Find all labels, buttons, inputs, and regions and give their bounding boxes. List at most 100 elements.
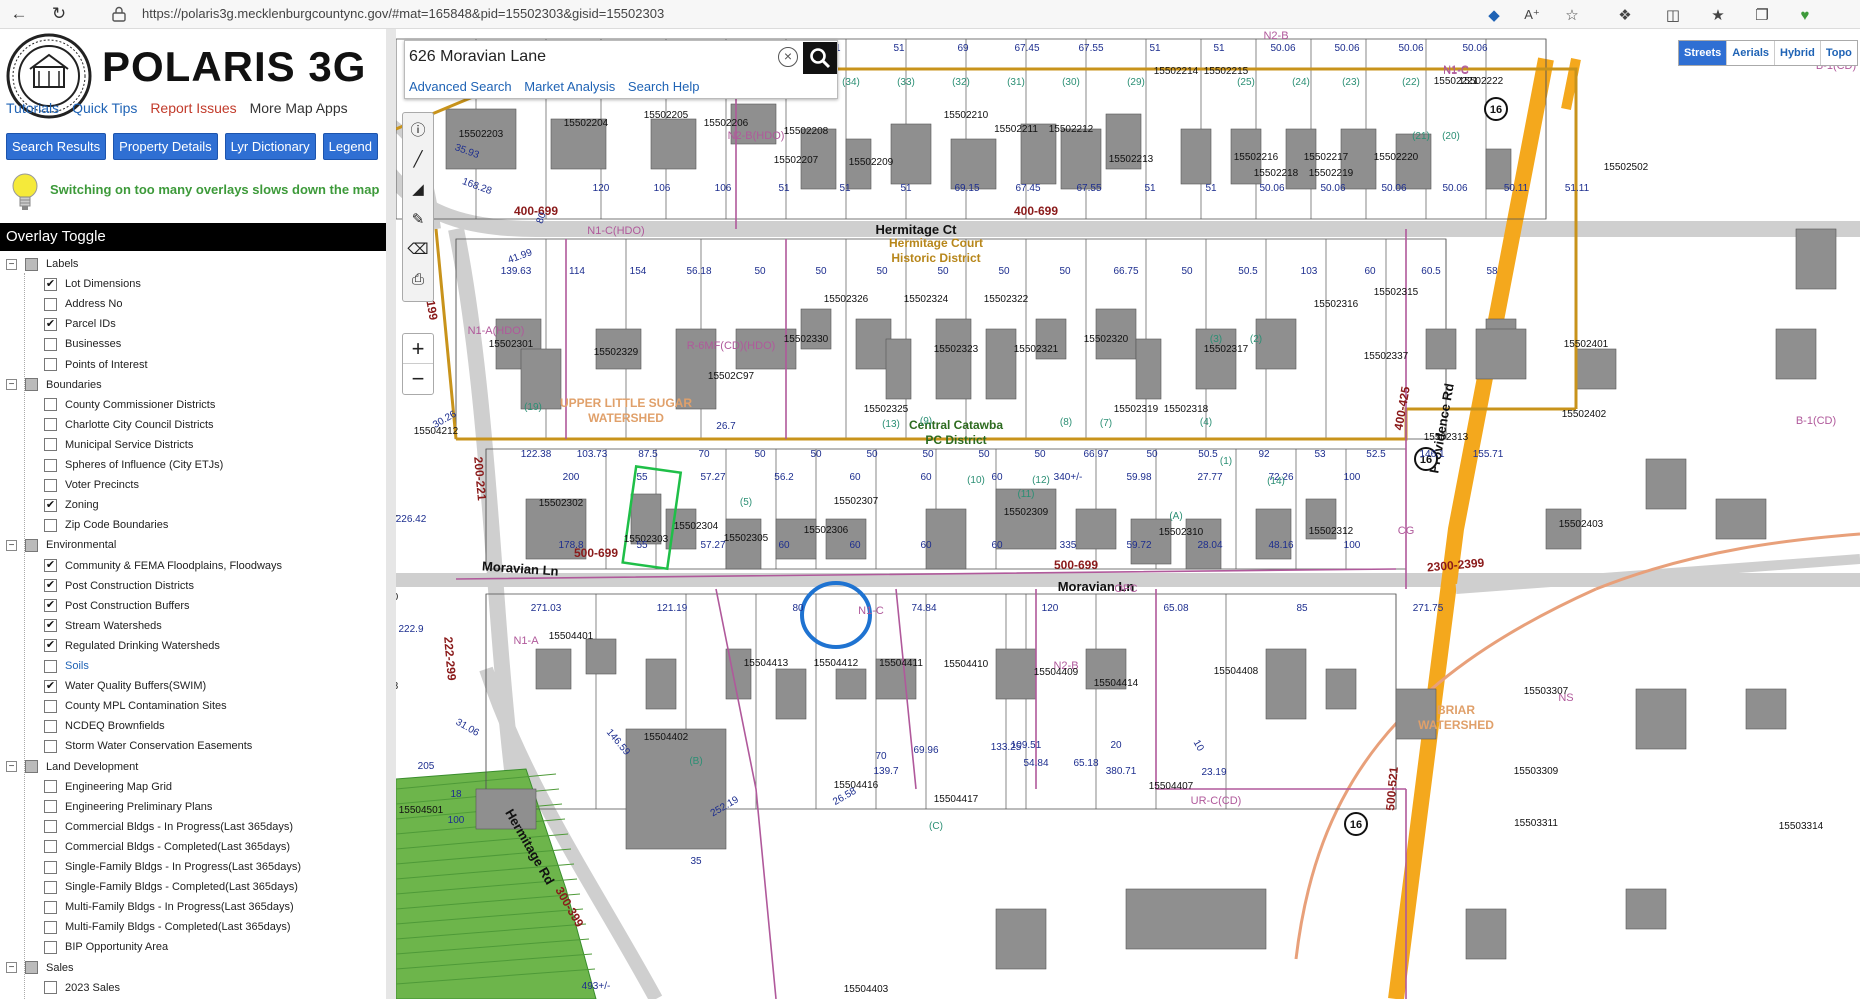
- overlay-checkbox[interactable]: [44, 920, 57, 934]
- overlay-item[interactable]: ✔ Parcel IDs: [44, 315, 116, 333]
- overlay-checkbox[interactable]: [44, 860, 57, 874]
- overlay-item[interactable]: Storm Water Conservation Easements: [44, 737, 252, 755]
- overlay-checkbox[interactable]: [44, 398, 57, 412]
- collapse-toggle-icon[interactable]: −: [6, 379, 17, 391]
- property-details-button[interactable]: Property Details: [113, 133, 218, 160]
- overlay-item[interactable]: ✔ Zoning: [44, 496, 99, 514]
- info-icon[interactable]: ⓘ: [404, 115, 432, 143]
- overlay-item[interactable]: BIP Opportunity Area: [44, 938, 168, 956]
- advanced-search-link[interactable]: Advanced Search: [409, 79, 512, 94]
- quick-tips-link[interactable]: Quick Tips: [72, 100, 137, 116]
- overlay-checkbox[interactable]: ✔: [44, 559, 57, 572]
- lock-icon[interactable]: [112, 6, 126, 22]
- overlay-checkbox[interactable]: [44, 659, 57, 673]
- favorites-list-icon[interactable]: ★: [1708, 5, 1728, 25]
- overlay-item[interactable]: Zip Code Boundaries: [44, 516, 168, 534]
- overlay-checkbox[interactable]: ✔: [44, 679, 57, 693]
- tutorials-link[interactable]: Tutorials: [6, 100, 59, 116]
- measure-area-icon[interactable]: ◢: [404, 175, 432, 203]
- overlay-checkbox[interactable]: [44, 418, 57, 432]
- collapse-toggle-icon[interactable]: −: [6, 539, 17, 551]
- overlay-item[interactable]: Points of Interest: [44, 356, 148, 374]
- search-input[interactable]: [409, 43, 775, 71]
- overlay-checkbox[interactable]: [44, 840, 57, 854]
- search-results-button[interactable]: Search Results: [6, 133, 107, 160]
- overlay-checkbox[interactable]: ✔: [44, 498, 57, 512]
- extensions-puzzle-icon[interactable]: ❖: [1615, 5, 1635, 25]
- overlay-group-land-development[interactable]: − Land Development: [6, 758, 138, 776]
- overlay-checkbox[interactable]: [44, 981, 57, 995]
- split-screen-icon[interactable]: ◫: [1663, 5, 1683, 25]
- overlay-checkbox[interactable]: [44, 478, 57, 492]
- overlay-checkbox[interactable]: [44, 820, 57, 834]
- report-issues-link[interactable]: Report Issues: [150, 100, 236, 116]
- overlay-group-environmental[interactable]: − Environmental: [6, 536, 116, 554]
- overlay-checkbox[interactable]: ✔: [44, 579, 57, 593]
- overlay-checkbox[interactable]: [44, 739, 57, 753]
- overlay-item[interactable]: ✔ Lot Dimensions: [44, 275, 141, 293]
- overlay-checkbox[interactable]: [44, 880, 57, 894]
- zoom-in-button[interactable]: +: [403, 334, 433, 364]
- overlay-item[interactable]: Address No: [44, 295, 122, 313]
- draw-pencil-icon[interactable]: ✎: [404, 205, 432, 233]
- overlay-item[interactable]: ✔ Post Construction Buffers: [44, 597, 190, 615]
- favorite-star-icon[interactable]: ☆: [1562, 5, 1582, 25]
- overlay-checkbox[interactable]: ✔: [44, 639, 57, 653]
- measure-line-icon[interactable]: ╱: [404, 145, 432, 173]
- panel-scrollbar[interactable]: [386, 29, 396, 999]
- collapse-toggle-icon[interactable]: −: [6, 258, 17, 270]
- group-checkbox[interactable]: [25, 961, 38, 974]
- overlay-item[interactable]: ✔ Stream Watersheds: [44, 617, 162, 635]
- overlay-checkbox[interactable]: [44, 900, 57, 914]
- overlay-item[interactable]: County MPL Contamination Sites: [44, 697, 227, 715]
- group-checkbox[interactable]: [25, 257, 38, 271]
- search-button[interactable]: [803, 42, 837, 74]
- overlay-checkbox[interactable]: ✔: [44, 317, 57, 331]
- overlay-checkbox[interactable]: [44, 297, 57, 311]
- overlay-item[interactable]: ✔ Post Construction Districts: [44, 577, 194, 595]
- overlay-item[interactable]: Commercial Bldgs - In Progress(Last 365d…: [44, 818, 293, 836]
- overlay-checkbox[interactable]: [44, 337, 57, 351]
- overlay-checkbox[interactable]: [44, 940, 57, 954]
- basemap-aerials[interactable]: Aerials: [1727, 41, 1775, 65]
- overlay-item[interactable]: Businesses: [44, 335, 121, 353]
- overlay-item[interactable]: Charlotte City Council Districts: [44, 416, 214, 434]
- extension-icon[interactable]: ◆: [1484, 5, 1504, 25]
- overlay-item[interactable]: Single-Family Bldgs - Completed(Last 365…: [44, 878, 298, 896]
- overlay-item[interactable]: 2023 Sales: [44, 979, 120, 997]
- collections-icon[interactable]: ❐: [1752, 5, 1772, 25]
- overlay-checkbox[interactable]: [44, 358, 57, 371]
- group-checkbox[interactable]: [25, 538, 38, 552]
- overlay-item[interactable]: Spheres of Influence (City ETJs): [44, 456, 223, 474]
- overlay-item[interactable]: ✔ Water Quality Buffers(SWIM): [44, 677, 206, 695]
- more-map-apps-link[interactable]: More Map Apps: [250, 100, 348, 116]
- overlay-checkbox[interactable]: [44, 780, 57, 794]
- overlay-item[interactable]: Commercial Bldgs - Completed(Last 365day…: [44, 838, 290, 856]
- overlay-item[interactable]: Multi-Family Bldgs - In Progress(Last 36…: [44, 898, 294, 916]
- overlay-item[interactable]: Engineering Map Grid: [44, 778, 172, 796]
- read-aloud-icon[interactable]: A⁺: [1522, 5, 1542, 25]
- search-help-link[interactable]: Search Help: [628, 79, 700, 94]
- overlay-checkbox[interactable]: [44, 719, 57, 733]
- clear-search-icon[interactable]: ×: [778, 47, 798, 67]
- overlay-checkbox[interactable]: ✔: [44, 619, 57, 633]
- basemap-topo[interactable]: Topo: [1821, 41, 1857, 65]
- basemap-streets[interactable]: Streets: [1679, 41, 1728, 65]
- collapse-toggle-icon[interactable]: −: [6, 761, 17, 772]
- overlay-checkbox[interactable]: ✔: [44, 599, 57, 613]
- overlay-item[interactable]: Multi-Family Bldgs - Completed(Last 365d…: [44, 918, 291, 936]
- refresh-icon[interactable]: ↻: [46, 1, 72, 27]
- overlay-item[interactable]: ✔ Community & FEMA Floodplains, Floodways: [44, 557, 282, 575]
- overlay-group-labels[interactable]: − Labels: [6, 255, 78, 273]
- market-analysis-link[interactable]: Market Analysis: [524, 79, 615, 94]
- overlay-item[interactable]: County Commissioner Districts: [44, 396, 215, 414]
- overlay-item[interactable]: Municipal Service Districts: [44, 436, 193, 454]
- legend-button[interactable]: Legend: [322, 133, 379, 160]
- overlay-item[interactable]: Voter Precincts: [44, 476, 139, 494]
- overlay-item[interactable]: NCDEQ Brownfields: [44, 717, 165, 735]
- overlay-group-boundaries[interactable]: − Boundaries: [6, 376, 102, 394]
- overlay-checkbox[interactable]: [44, 699, 57, 713]
- overlay-checkbox[interactable]: [44, 438, 57, 452]
- overlay-group-sales[interactable]: − Sales: [6, 959, 74, 977]
- overlay-checkbox[interactable]: [44, 458, 57, 472]
